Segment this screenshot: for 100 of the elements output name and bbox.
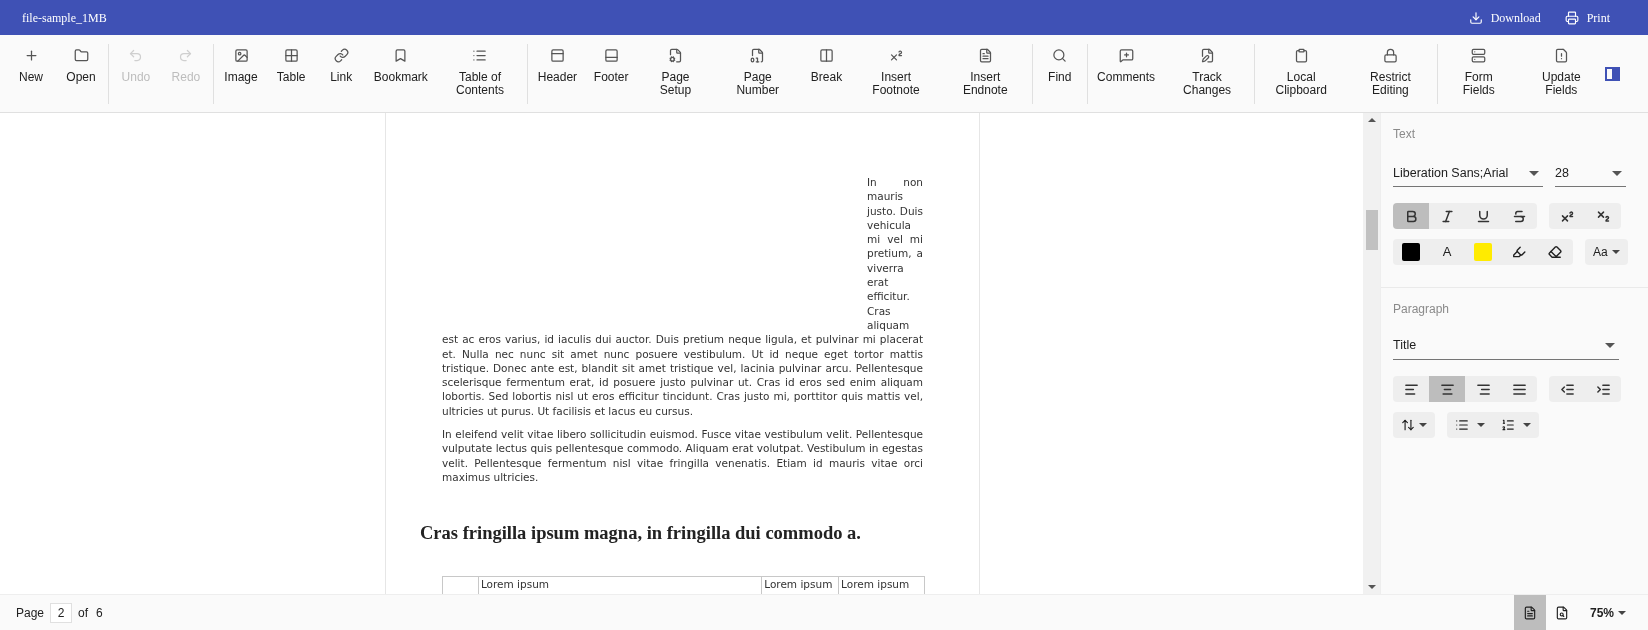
numbered-list-icon	[1501, 418, 1515, 432]
zoom-dropdown[interactable]: 75%	[1589, 603, 1626, 622]
toolbar-button[interactable]: Break	[801, 41, 852, 106]
vertical-scrollbar[interactable]	[1363, 113, 1380, 594]
page-settings-icon	[667, 47, 683, 63]
toolbar-button[interactable]: Insert Footnote	[851, 41, 941, 106]
toolbar-button[interactable]: Footer	[585, 41, 637, 106]
toolbar-button[interactable]: Bookmark	[366, 41, 436, 106]
font-family-dropdown[interactable]: Liberation Sans;Arial	[1393, 161, 1543, 187]
footnote-icon	[888, 47, 904, 63]
bullet-list-icon	[1455, 418, 1469, 432]
toolbar-button[interactable]: Comments	[1089, 41, 1163, 106]
line-spacing-icon	[1401, 418, 1415, 432]
comment-icon	[1118, 47, 1134, 63]
clipboard-icon	[1293, 47, 1309, 63]
view-mode-button[interactable]	[1513, 595, 1546, 630]
toolbar-button[interactable]: Image	[215, 41, 267, 106]
format-toggle[interactable]	[1393, 203, 1429, 229]
alignment-toggle[interactable]	[1465, 376, 1501, 402]
alignment-toggle[interactable]	[1429, 376, 1465, 402]
print-icon	[1564, 10, 1579, 25]
search-icon	[1052, 47, 1068, 63]
decrease-indent-icon	[1559, 381, 1575, 397]
change-case-button[interactable]: Aa	[1585, 239, 1628, 265]
format-toggle[interactable]	[1585, 203, 1621, 229]
format-toggle[interactable]	[1549, 203, 1585, 229]
indent-button[interactable]	[1549, 376, 1585, 402]
redo-icon	[178, 47, 194, 63]
paragraph-style-dropdown[interactable]: Title	[1393, 332, 1619, 360]
toolbar-button[interactable]: Open	[56, 41, 106, 106]
undo-icon	[128, 47, 144, 63]
scrollbar-thumb[interactable]	[1365, 210, 1378, 250]
edit-document-icon	[1199, 47, 1215, 63]
toolbar-button[interactable]: New	[6, 41, 56, 106]
indent-button[interactable]	[1585, 376, 1621, 402]
alignment-toggle[interactable]	[1501, 376, 1537, 402]
format-toggle[interactable]	[1501, 203, 1537, 229]
link-icon	[333, 47, 349, 63]
image-icon	[233, 47, 249, 63]
section-title: Paragraph	[1393, 301, 1451, 318]
bookmark-icon	[393, 47, 409, 63]
of-label: of	[78, 604, 89, 622]
alignment-toggle[interactable]	[1393, 376, 1429, 402]
font-size-dropdown[interactable]: 28	[1555, 161, 1626, 187]
footer-icon	[603, 47, 619, 63]
underline-icon	[1475, 208, 1491, 224]
toolbar-button[interactable]: Header	[529, 41, 586, 106]
section-heading: Cras fringilla ipsum magna, in fringilla dui commodo a.	[420, 522, 862, 545]
italic-icon	[1439, 208, 1455, 224]
body-paragraph: In eleifend velit vitae libero sollicitudin euismod. Fusce vitae vestibulum velit. Pellentesque vulputate lectus quis pellentesque commodo. Aliquam erat volutpat. Vestibulum in egestas velit. Pellentesque fermentum nisl vitae fringilla venenatis. Etiam id mauris vitae orci maximus ultricies.	[442, 427, 923, 485]
toolbar-button[interactable]: Link	[316, 41, 367, 106]
header-icon	[549, 47, 565, 63]
toolbar-button[interactable]: Table	[266, 41, 317, 106]
toolbar-button[interactable]: Page Number	[714, 41, 802, 106]
align-justify-icon	[1511, 381, 1527, 397]
body-paragraph: In non mauris justo. Duis vehicula mi vel mi pretium, a viverra erat efficitur. Cras aliquam est ac eros varius, id iaculis dui auctor. Duis pretium neque ligula, et pulvinar mi placerat et. Nulla nec nunc sit amet nunc posuere vestibulum. Ut id neque eget tortor mattis tristique. Donec ante est, blandit sit amet tristique vel, lacinia pulvinar arcu. Pellentesque scelerisque fermentum erat, id posuere justo pulvinar ut. Cras id eros sed enim aliquam lobortis. Sed lobortis nisl ut eros efficitur tincidunt. Cras justo mi, porttitor quis mattis vel, ultricies ut purus. Ut facilisis et lacus eu cursus.	[442, 175, 923, 419]
scroll-down-arrow[interactable]	[1367, 585, 1376, 589]
plus-icon	[23, 47, 39, 63]
properties-pane-toggle[interactable]	[1605, 66, 1620, 81]
strikethrough-icon	[1511, 208, 1527, 224]
lock-icon	[1382, 47, 1398, 63]
format-toggle[interactable]	[1429, 203, 1465, 229]
print-button[interactable]: Print	[1564, 8, 1610, 27]
toolbar-button[interactable]: Insert Endnote	[940, 41, 1030, 106]
page-total: 6	[96, 604, 103, 622]
download-button[interactable]: Download	[1468, 8, 1541, 27]
toolbar-button[interactable]: Track Changes	[1162, 41, 1252, 106]
break-icon	[818, 47, 834, 63]
page-label: Page	[16, 604, 45, 622]
download-icon	[1468, 10, 1483, 25]
align-right-icon	[1475, 381, 1491, 397]
document-title: file-sample_1MB	[22, 9, 107, 27]
table-icon	[283, 47, 299, 63]
list-icon	[472, 47, 488, 63]
page-number-icon	[750, 47, 766, 63]
toolbar-button[interactable]: Form Fields	[1439, 41, 1518, 106]
highlighter-icon	[1512, 245, 1526, 259]
scroll-up-arrow[interactable]	[1367, 118, 1376, 122]
document-alert-icon	[1553, 47, 1569, 63]
web-view-icon	[1554, 605, 1569, 620]
eraser-icon	[1548, 245, 1562, 259]
toolbar-button[interactable]: Local Clipboard	[1256, 41, 1346, 106]
line-spacing-dropdown[interactable]	[1393, 412, 1435, 438]
toolbar-button[interactable]: Table of Contents	[435, 41, 525, 106]
document-view-icon	[1522, 605, 1537, 620]
toolbar-button[interactable]: Page Setup	[636, 41, 715, 106]
folder-icon	[73, 47, 89, 63]
form-fields-icon	[1471, 47, 1487, 63]
align-center-icon	[1439, 381, 1455, 397]
endnote-icon	[977, 47, 993, 63]
subscript-icon	[1595, 208, 1611, 224]
increase-indent-icon	[1595, 381, 1611, 397]
superscript-icon	[1559, 208, 1575, 224]
section-title: Text	[1393, 126, 1416, 143]
font-color-button[interactable]: A	[1429, 239, 1465, 265]
align-left-icon	[1403, 381, 1419, 397]
toolbar-button[interactable]: Find	[1034, 41, 1085, 106]
toolbar-button[interactable]: Update Fields	[1517, 41, 1606, 106]
page-number-field[interactable]: 2	[50, 602, 73, 623]
toolbar-button[interactable]: Restrict Editing	[1345, 41, 1435, 106]
